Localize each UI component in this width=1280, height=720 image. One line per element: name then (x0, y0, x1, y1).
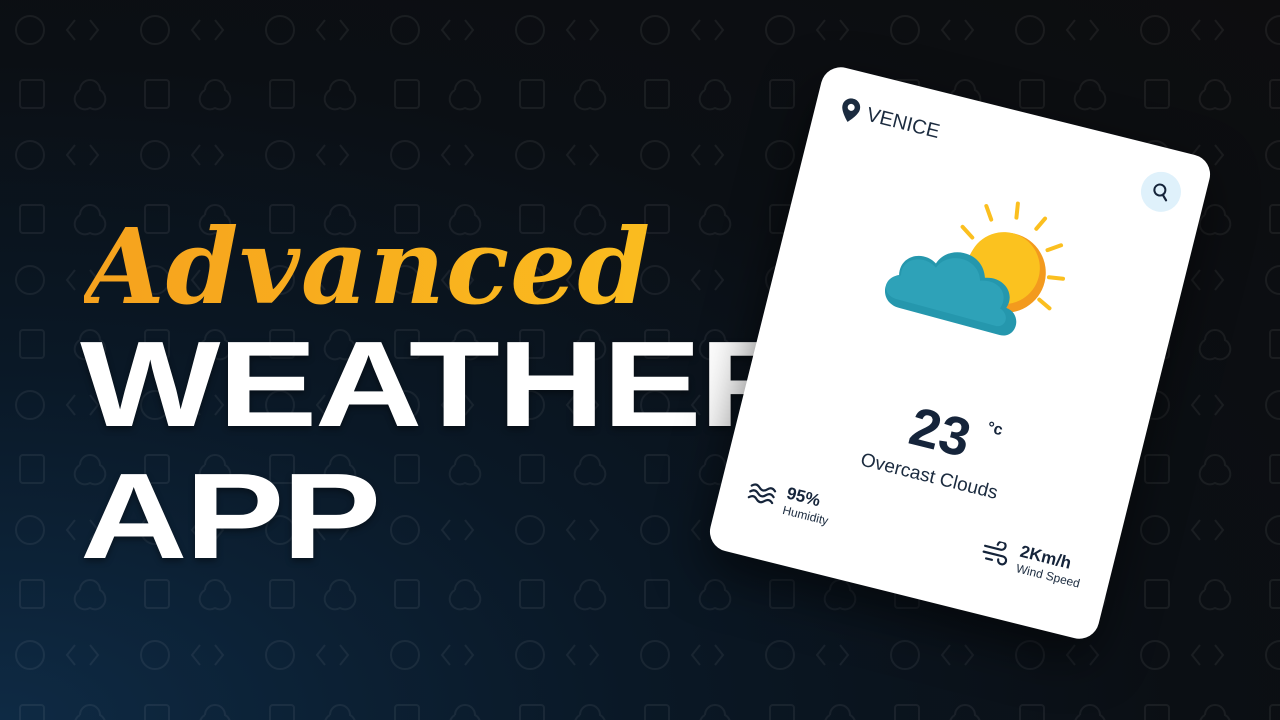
sun-cloud-icon (884, 201, 1066, 336)
search-icon (1153, 183, 1168, 202)
location-pin-icon (842, 98, 861, 122)
location-name: VENICE (864, 103, 942, 143)
temperature: 23 °c (903, 395, 1005, 470)
humidity-waves-icon (747, 483, 777, 505)
headline: Advanced WEATHER APP (80, 215, 807, 578)
temperature-unit: °c (985, 419, 1005, 440)
wind-stat: 2Km/h Wind Speed (978, 534, 1086, 590)
humidity-stat: 95% Humidity (744, 475, 834, 528)
temperature-value: 23 (903, 396, 977, 469)
search-button[interactable] (1136, 167, 1186, 217)
wind-icon (982, 540, 1007, 566)
headline-script: Advanced (84, 215, 720, 319)
location: VENICE (839, 96, 942, 144)
